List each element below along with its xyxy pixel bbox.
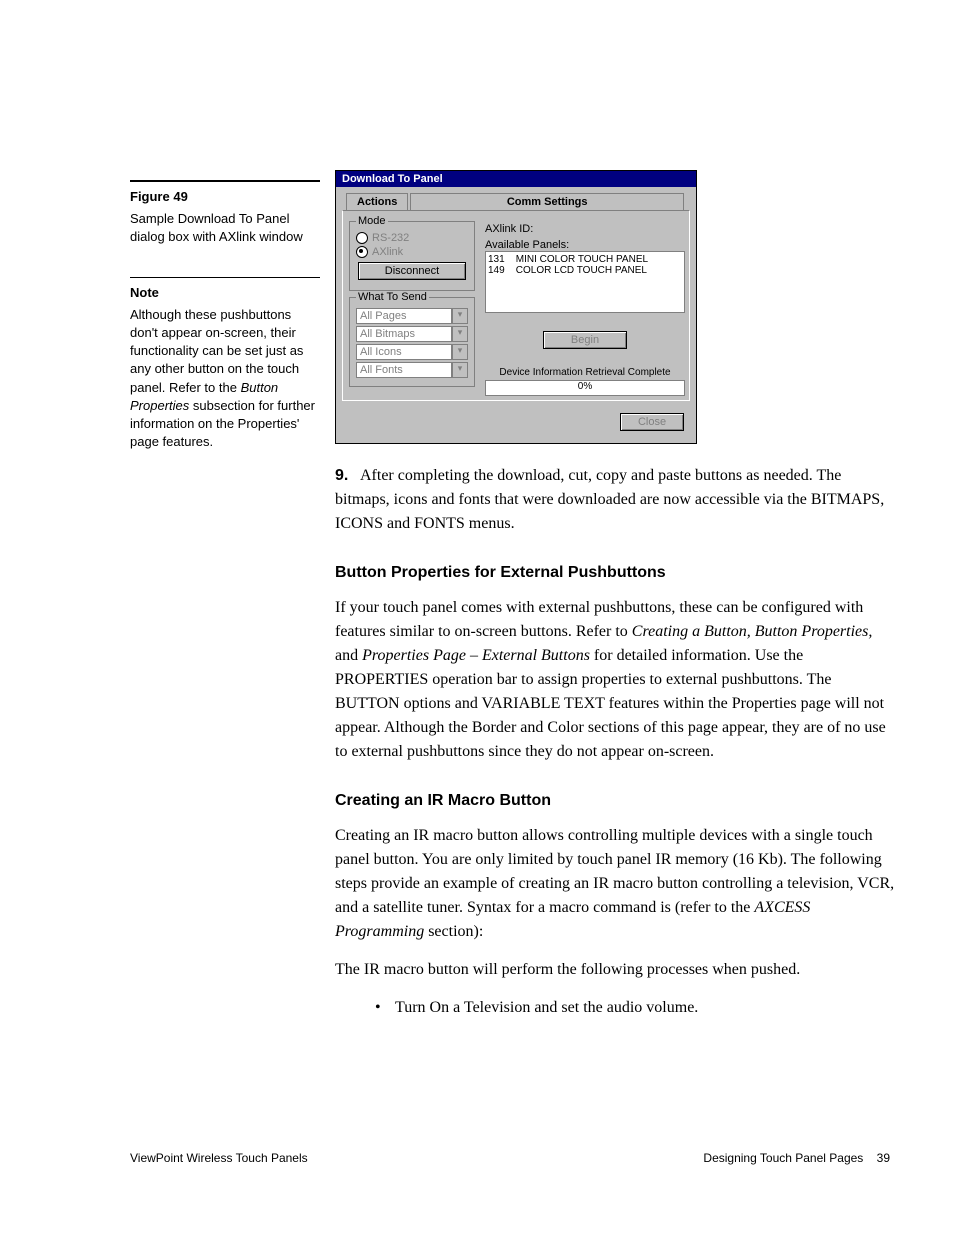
dialog-title: Download To Panel (336, 171, 696, 187)
chevron-down-icon: ▾ (452, 326, 468, 342)
paragraph: If your touch panel comes with external … (335, 596, 895, 764)
progress-bar: 0% (485, 380, 685, 396)
combo-pages[interactable]: All Pages▾ (356, 308, 468, 324)
available-panels-list[interactable]: 131 MINI COLOR TOUCH PANEL 149 COLOR LCD… (485, 251, 685, 313)
combo-bitmaps[interactable]: All Bitmaps▾ (356, 326, 468, 342)
axlink-id-label: AXlink ID: (485, 223, 685, 235)
radio-axlink[interactable]: AXlink (356, 246, 468, 258)
footer-right: Designing Touch Panel Pages 39 (703, 1151, 890, 1165)
available-panels-label: Available Panels: (485, 239, 685, 251)
page-footer: ViewPoint Wireless Touch Panels Designin… (130, 1151, 890, 1165)
chevron-down-icon: ▾ (452, 344, 468, 360)
note-label: Note (130, 284, 320, 302)
disconnect-button[interactable]: Disconnect (358, 262, 466, 280)
chevron-down-icon: ▾ (452, 362, 468, 378)
note-text: Although these pushbuttons don't appear … (130, 306, 320, 452)
begin-button[interactable]: Begin (543, 331, 627, 349)
heading-ir-macro: Creating an IR Macro Button (335, 792, 895, 810)
paragraph: The IR macro button will perform the fol… (335, 958, 895, 982)
paragraph: Creating an IR macro button allows contr… (335, 824, 895, 944)
status-text: Device Information Retrieval Complete (485, 367, 685, 378)
download-dialog: Download To Panel Actions Comm Settings … (335, 170, 697, 444)
step-9: 9.After completing the download, cut, co… (335, 464, 895, 536)
figure-label: Figure 49 (130, 188, 320, 206)
margin-column: Figure 49 Sample Download To Panel dialo… (130, 180, 320, 455)
chevron-down-icon: ▾ (452, 308, 468, 324)
tab-comm-settings[interactable]: Comm Settings (410, 193, 684, 210)
combo-icons[interactable]: All Icons▾ (356, 344, 468, 360)
radio-rs232[interactable]: RS-232 (356, 232, 468, 244)
close-button[interactable]: Close (620, 413, 684, 431)
combo-fonts[interactable]: All Fonts▾ (356, 362, 468, 378)
tab-actions[interactable]: Actions (346, 193, 408, 210)
group-what-to-send: What To Send All Pages▾ All Bitmaps▾ All… (349, 297, 475, 387)
footer-left: ViewPoint Wireless Touch Panels (130, 1151, 308, 1165)
heading-button-properties: Button Properties for External Pushbutto… (335, 564, 895, 582)
bullet-item: •Turn On a Television and set the audio … (375, 996, 895, 1020)
figure-caption: Sample Download To Panel dialog box with… (130, 210, 320, 246)
group-mode: Mode RS-232 AXlink Disconnect (349, 221, 475, 291)
